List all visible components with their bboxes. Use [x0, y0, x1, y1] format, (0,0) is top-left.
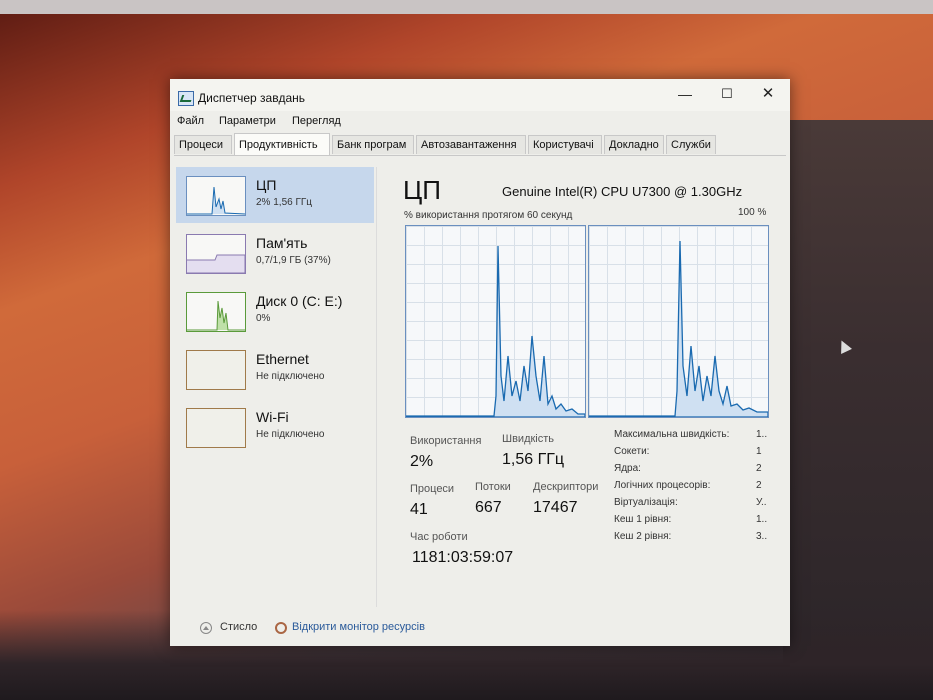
usage-label: Використання — [410, 435, 482, 447]
wifi-thumbnail-graph — [186, 408, 246, 448]
info-virtualization-label: Віртуалізація: — [614, 497, 678, 508]
tab-performance[interactable]: Продуктивність — [234, 133, 330, 155]
tab-users[interactable]: Користувачі — [528, 135, 602, 154]
sidebar-item-memory-title: Пам'ять — [256, 235, 308, 251]
sidebar-item-disk[interactable]: Диск 0 (C: E:) 0% — [176, 283, 374, 339]
open-resource-monitor-link[interactable]: Відкрити монітор ресурсів — [292, 621, 425, 633]
info-l1-cache-label: Кеш 1 рівня: — [614, 514, 672, 525]
screen-bezel — [0, 0, 933, 14]
window-title: Диспетчер завдань — [198, 91, 306, 105]
sidebar-item-ethernet-title: Ethernet — [256, 351, 309, 367]
sidebar-item-wifi-title: Wi-Fi — [256, 409, 289, 425]
info-max-speed-label: Максимальна швидкість: — [614, 429, 730, 440]
info-logical-processors-label: Логічних процесорів: — [614, 480, 711, 491]
minimize-button[interactable]: — — [670, 83, 700, 105]
graph-max-label: 100 % — [738, 207, 767, 218]
menu-options[interactable]: Параметри — [219, 115, 276, 127]
info-logical-processors-value: 2 — [756, 480, 762, 491]
threads-label: Потоки — [475, 481, 511, 493]
processes-value: 41 — [410, 501, 428, 518]
cpu-detail-panel: ЦП Genuine Intel(R) CPU U7300 @ 1.30GHz … — [400, 167, 780, 607]
graph-caption: % використання протягом 60 секунд — [404, 210, 573, 221]
processes-label: Процеси — [410, 483, 455, 495]
footer-bar: Стисло Відкрити монітор ресурсів — [170, 609, 790, 646]
sidebar-item-cpu-title: ЦП — [256, 177, 277, 193]
maximize-button[interactable]: ☐ — [712, 83, 742, 105]
disk-thumbnail-graph — [186, 292, 246, 332]
info-l2-cache-value: 3.. — [756, 531, 768, 542]
sidebar-item-disk-title: Диск 0 (C: E:) — [256, 293, 343, 309]
info-l1-cache-value: 1.. — [756, 514, 768, 525]
info-max-speed-value: 1.. — [756, 429, 768, 440]
sidebar-item-ethernet[interactable]: Ethernet Не підключено — [176, 341, 374, 397]
chevron-up-icon[interactable] — [200, 622, 212, 634]
menu-bar: Файл Параметри Перегляд — [170, 111, 790, 133]
speed-value: 1,56 ГГц — [502, 451, 565, 468]
info-cores-label: Ядра: — [614, 463, 641, 474]
usage-value: 2% — [410, 453, 434, 470]
page-title: ЦП — [403, 175, 441, 205]
resource-sidebar: ЦП 2% 1,56 ГГц Пам'ять 0,7/1,9 ГБ (37%) … — [176, 167, 377, 607]
sidebar-item-cpu-subtitle: 2% 1,56 ГГц — [256, 197, 313, 208]
tab-details[interactable]: Докладно — [604, 135, 664, 154]
threads-value: 667 — [475, 499, 502, 516]
title-bar[interactable]: Диспетчер завдань — ☐ ✕ — [170, 79, 790, 111]
menu-file[interactable]: Файл — [177, 115, 204, 127]
tab-services[interactable]: Служби — [666, 135, 716, 154]
info-virtualization-value: У.. — [756, 497, 767, 508]
task-manager-window: Диспетчер завдань — ☐ ✕ Файл Параметри П… — [170, 79, 790, 646]
fewer-details-button[interactable]: Стисло — [220, 621, 257, 633]
info-sockets-value: 1 — [756, 446, 762, 457]
task-manager-icon — [178, 91, 194, 106]
uptime-value: 1181:03:59:07 — [412, 549, 514, 566]
sidebar-item-ethernet-subtitle: Не підключено — [256, 371, 325, 382]
cpu-core-1-graph — [588, 225, 769, 418]
cpu-core-0-graph — [405, 225, 586, 418]
handles-value: 17467 — [533, 499, 578, 516]
tab-startup[interactable]: Автозавантаження — [416, 135, 526, 154]
sidebar-item-cpu[interactable]: ЦП 2% 1,56 ГГц — [176, 167, 374, 223]
sidebar-item-wifi-subtitle: Не підключено — [256, 429, 325, 440]
close-button[interactable]: ✕ — [753, 83, 783, 105]
sidebar-item-disk-subtitle: 0% — [256, 313, 271, 324]
cpu-model-name: Genuine Intel(R) CPU U7300 @ 1.30GHz — [502, 184, 743, 199]
sidebar-item-memory-subtitle: 0,7/1,9 ГБ (37%) — [256, 255, 331, 266]
resource-monitor-icon[interactable] — [275, 622, 287, 634]
info-cores-value: 2 — [756, 463, 762, 474]
menu-view[interactable]: Перегляд — [292, 115, 341, 127]
info-l2-cache-label: Кеш 2 рівня: — [614, 531, 672, 542]
tab-app-history[interactable]: Банк програм — [332, 135, 414, 154]
sidebar-item-wifi[interactable]: Wi-Fi Не підключено — [176, 399, 374, 455]
tab-processes[interactable]: Процеси — [174, 135, 232, 154]
memory-thumbnail-graph — [186, 234, 246, 274]
speed-label: Швидкість — [502, 433, 555, 445]
uptime-label: Час роботи — [410, 531, 468, 543]
info-sockets-label: Сокети: — [614, 446, 650, 457]
ethernet-thumbnail-graph — [186, 350, 246, 390]
handles-label: Дескриптори — [533, 481, 599, 493]
tab-strip: Процеси Продуктивність Банк програм Авто… — [174, 133, 786, 156]
sidebar-item-memory[interactable]: Пам'ять 0,7/1,9 ГБ (37%) — [176, 225, 374, 281]
cpu-thumbnail-graph — [186, 176, 246, 216]
